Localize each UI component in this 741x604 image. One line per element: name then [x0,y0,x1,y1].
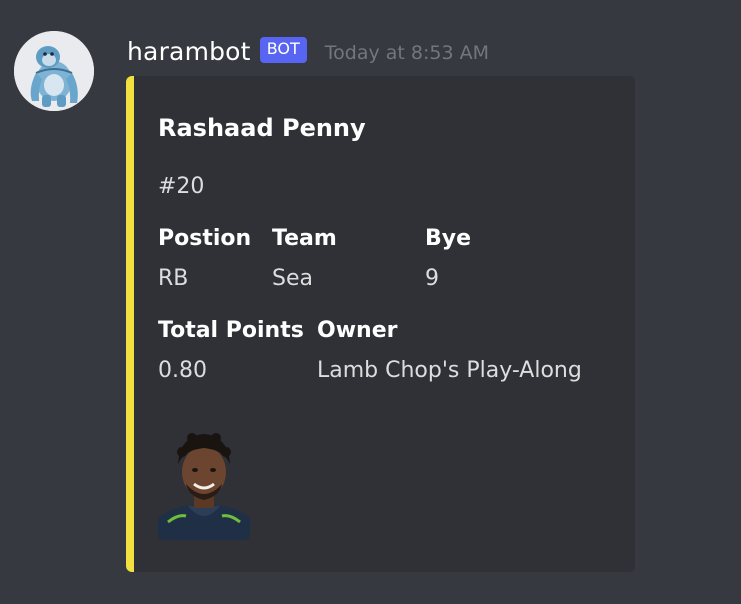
embed-description: #20 [158,174,205,199]
field-name: Team [272,226,337,251]
field-value: Lamb Chop's Play-Along [317,358,582,383]
field-owner: Owner Lamb Chop's Play-Along [317,318,582,384]
field-name: Bye [425,226,472,251]
field-name: Postion [158,226,252,251]
field-team: Team Sea [272,226,337,292]
player-embed: Rashaad Penny #20 Postion RB Team Sea By… [126,76,635,572]
embed-accent-bar [126,76,134,572]
field-name: Total Points [158,318,304,343]
username[interactable]: harambot [127,37,251,66]
field-value: 9 [425,266,439,291]
field-position: Postion RB [158,226,251,292]
field-name: Owner [317,318,398,343]
embed-title: Rashaad Penny [158,114,366,142]
field-value: Sea [272,266,313,291]
field-value: RB [158,266,189,291]
player-headshot-image[interactable] [158,422,250,540]
field-total-points: Total Points 0.80 [158,318,304,384]
gorilla-avatar-icon[interactable] [14,31,94,111]
field-bye: Bye 9 [425,226,471,292]
message-timestamp[interactable]: Today at 8:53 AM [325,42,489,64]
bot-tag-badge: BOT [259,37,307,63]
chat-message: harambot BOT Today at 8:53 AM Rashaad Pe… [0,0,741,604]
message-header: harambot BOT Today at 8:53 AM [127,33,489,69]
field-value: 0.80 [158,358,207,383]
